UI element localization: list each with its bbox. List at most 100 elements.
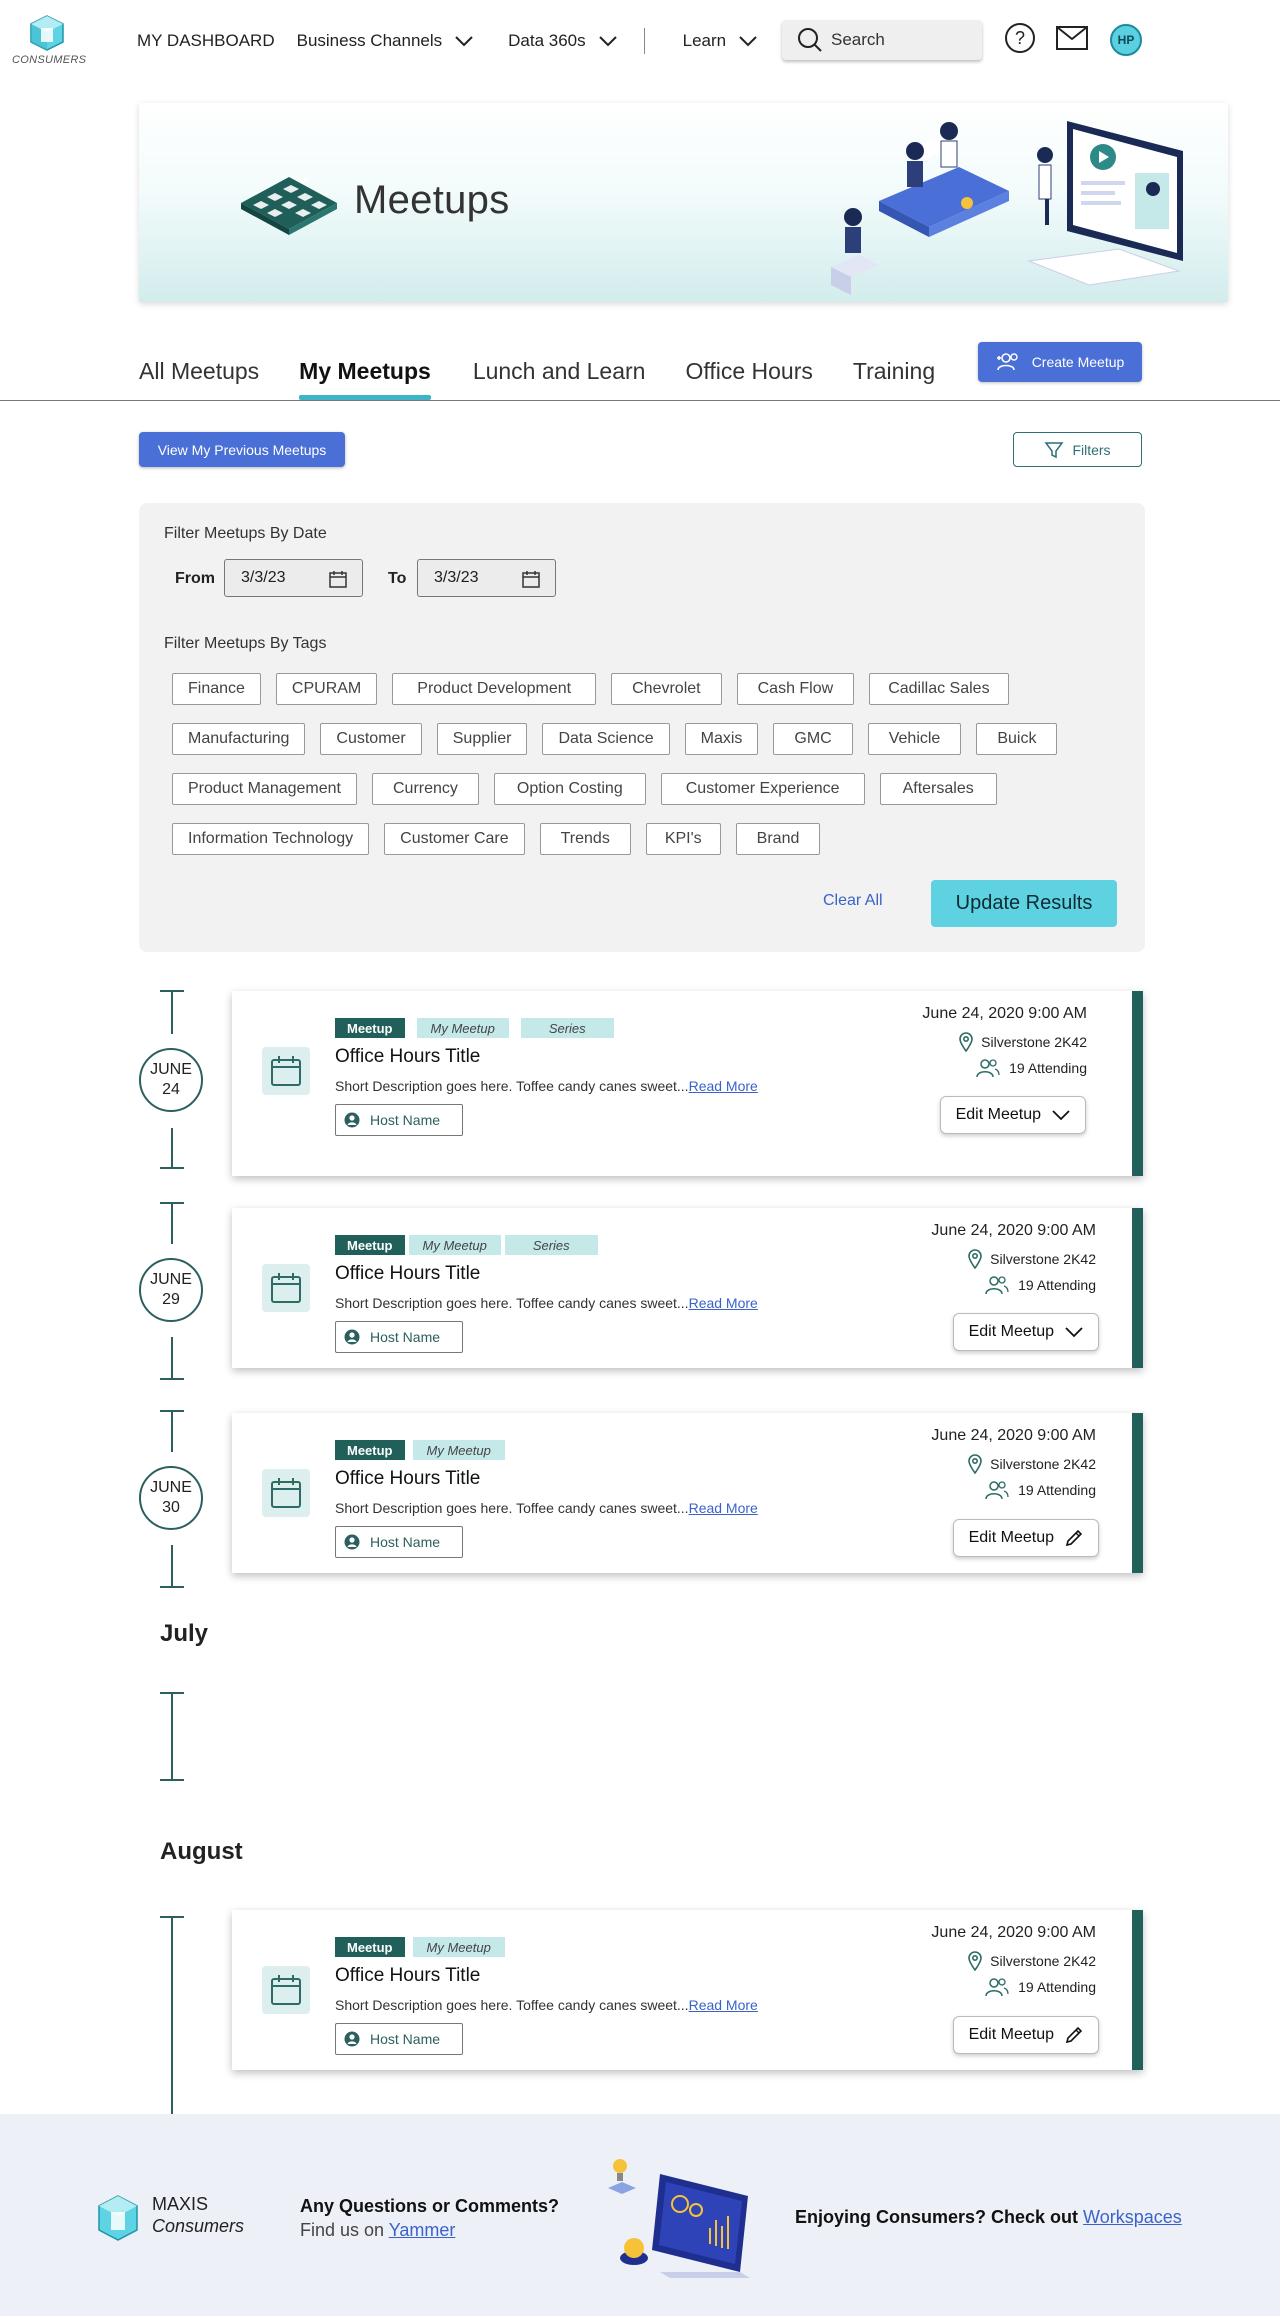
- tag-maxis[interactable]: Maxis: [684, 723, 759, 755]
- tag-cadillac-sales[interactable]: Cadillac Sales: [869, 673, 1009, 705]
- tab-all-meetups[interactable]: All Meetups: [139, 358, 259, 385]
- tag-chevrolet[interactable]: Chevrolet: [611, 673, 722, 705]
- tag-trends[interactable]: Trends: [539, 823, 631, 855]
- tag-kpis[interactable]: KPI's: [645, 823, 721, 855]
- meetup-pills: Meetup My Meetup: [335, 1937, 505, 1957]
- tab-lunch-and-learn[interactable]: Lunch and Learn: [473, 358, 646, 385]
- tag-gmc[interactable]: GMC: [773, 723, 853, 755]
- meetup-datetime: June 24, 2020 9:00 AM: [931, 1222, 1096, 1239]
- tag-data-science[interactable]: Data Science: [542, 723, 670, 755]
- meetup-attending: 19 Attending: [975, 1058, 1087, 1078]
- footer-find-us: Find us on Yammer: [300, 2220, 455, 2241]
- tag-option-costing[interactable]: Option Costing: [493, 773, 646, 805]
- cube-logo-icon: [30, 15, 64, 51]
- date-circle: JUNE 30: [139, 1466, 203, 1530]
- nav-business-channels[interactable]: Business Channels: [297, 31, 475, 51]
- edit-meetup-label: Edit Meetup: [955, 1106, 1041, 1123]
- search-icon: [798, 28, 822, 52]
- host-name-button[interactable]: Host Name: [335, 1526, 463, 1558]
- nav-data-360s[interactable]: Data 360s: [508, 31, 618, 51]
- edit-meetup-label: Edit Meetup: [968, 1529, 1054, 1546]
- tag-customer-experience[interactable]: Customer Experience: [660, 773, 865, 805]
- host-name-button[interactable]: Host Name: [335, 1104, 463, 1136]
- tab-my-meetups[interactable]: My Meetups: [299, 358, 431, 400]
- nav-my-dashboard[interactable]: MY DASHBOARD: [137, 31, 275, 51]
- pencil-icon: [1065, 1529, 1083, 1547]
- tag-cash-flow[interactable]: Cash Flow: [736, 673, 855, 705]
- my-meetup-badge: My Meetup: [408, 1235, 501, 1255]
- meetup-card[interactable]: Meetup My Meetup Series Office Hours Tit…: [232, 1208, 1143, 1368]
- update-results-button[interactable]: Update Results: [931, 880, 1117, 927]
- meetup-title: Office Hours Title: [335, 1965, 481, 1986]
- tag-information-technology[interactable]: Information Technology: [172, 823, 370, 855]
- svg-text:?: ?: [1015, 28, 1025, 48]
- read-more-link[interactable]: Read More: [689, 1997, 758, 2013]
- read-more-link[interactable]: Read More: [689, 1500, 758, 1516]
- tag-manufacturing[interactable]: Manufacturing: [172, 723, 306, 755]
- create-meetup-label: Create Meetup: [1031, 354, 1125, 370]
- top-navigation: CONSUMERS MY DASHBOARD Business Channels…: [0, 0, 1280, 82]
- tab-office-hours[interactable]: Office Hours: [685, 358, 812, 385]
- from-date-field[interactable]: 3/3/23: [224, 559, 363, 597]
- tag-aftersales[interactable]: Aftersales: [879, 773, 997, 805]
- meetup-pills: Meetup My Meetup Series: [335, 1235, 598, 1255]
- nav-label: Data 360s: [508, 31, 586, 50]
- location-pin-icon: [968, 1951, 982, 1971]
- month-heading-august: August: [160, 1838, 243, 1865]
- edit-meetup-label: Edit Meetup: [968, 2026, 1054, 2043]
- create-meetup-button[interactable]: Create Meetup: [978, 342, 1142, 382]
- meetup-card[interactable]: Meetup My Meetup Office Hours Title Shor…: [232, 1413, 1143, 1573]
- filters-button[interactable]: Filters: [1013, 432, 1142, 467]
- read-more-link[interactable]: Read More: [689, 1295, 758, 1311]
- tag-customer-care[interactable]: Customer Care: [384, 823, 525, 855]
- calendar-icon: [522, 571, 540, 588]
- chevron-down-icon: [598, 36, 617, 47]
- to-date-field[interactable]: 3/3/23: [417, 559, 556, 597]
- meetup-card[interactable]: Meetup My Meetup Office Hours Title Shor…: [232, 1910, 1143, 2070]
- edit-meetup-button[interactable]: Edit Meetup: [952, 2016, 1099, 2054]
- tab-training[interactable]: Training: [853, 358, 935, 385]
- tag-cpuram[interactable]: CPURAM: [275, 673, 378, 705]
- avatar[interactable]: HP: [1110, 24, 1142, 56]
- meetup-type-badge: Meetup: [335, 1440, 405, 1460]
- meetup-description: Short Description goes here. Toffee cand…: [335, 1997, 758, 2013]
- location-text: Silverstone 2K42: [990, 1953, 1096, 1969]
- meetup-title: Office Hours Title: [335, 1046, 481, 1067]
- tag-product-management[interactable]: Product Management: [172, 773, 357, 805]
- location-pin-icon: [968, 1249, 982, 1269]
- search-input[interactable]: Search: [782, 20, 982, 60]
- tag-finance[interactable]: Finance: [172, 673, 261, 705]
- tag-row: Product Management Currency Option Costi…: [172, 773, 997, 805]
- edit-meetup-button[interactable]: Edit Meetup: [952, 1313, 1099, 1351]
- edit-meetup-button[interactable]: Edit Meetup: [939, 1096, 1086, 1134]
- tag-row: Information Technology Customer Care Tre…: [172, 823, 821, 855]
- tag-buick[interactable]: Buick: [976, 723, 1058, 755]
- description-text: Short Description goes here. Toffee cand…: [335, 1997, 689, 2013]
- description-text: Short Description goes here. Toffee cand…: [335, 1295, 689, 1311]
- read-more-link[interactable]: Read More: [689, 1078, 758, 1094]
- host-name-button[interactable]: Host Name: [335, 2023, 463, 2055]
- edit-meetup-button[interactable]: Edit Meetup: [952, 1519, 1099, 1557]
- clear-all-link[interactable]: Clear All: [823, 892, 883, 910]
- yammer-link[interactable]: Yammer: [389, 2220, 456, 2240]
- tag-currency[interactable]: Currency: [371, 773, 479, 805]
- tag-vehicle[interactable]: Vehicle: [867, 723, 962, 755]
- mail-icon[interactable]: [1055, 22, 1089, 59]
- tag-supplier[interactable]: Supplier: [436, 723, 528, 755]
- meetup-description: Short Description goes here. Toffee cand…: [335, 1295, 758, 1311]
- tag-customer[interactable]: Customer: [320, 723, 422, 755]
- search-placeholder: Search: [831, 30, 885, 49]
- view-previous-meetups-button[interactable]: View My Previous Meetups: [139, 432, 345, 467]
- help-icon[interactable]: ?: [1004, 22, 1036, 59]
- tag-product-development[interactable]: Product Development: [392, 673, 597, 705]
- calendar-icon: [262, 1047, 310, 1095]
- timeline-cap: [160, 1779, 184, 1781]
- pencil-icon: [1065, 2026, 1083, 2044]
- workspaces-link[interactable]: Workspaces: [1083, 2207, 1182, 2227]
- tag-row: Manufacturing Customer Supplier Data Sci…: [172, 723, 1058, 755]
- nav-learn[interactable]: Learn: [683, 31, 758, 51]
- host-name-button[interactable]: Host Name: [335, 1321, 463, 1353]
- tag-brand[interactable]: Brand: [735, 823, 821, 855]
- meetup-card[interactable]: Meetup My Meetup Series Office Hours Tit…: [232, 991, 1143, 1176]
- consumers-logo[interactable]: CONSUMERS: [12, 14, 86, 74]
